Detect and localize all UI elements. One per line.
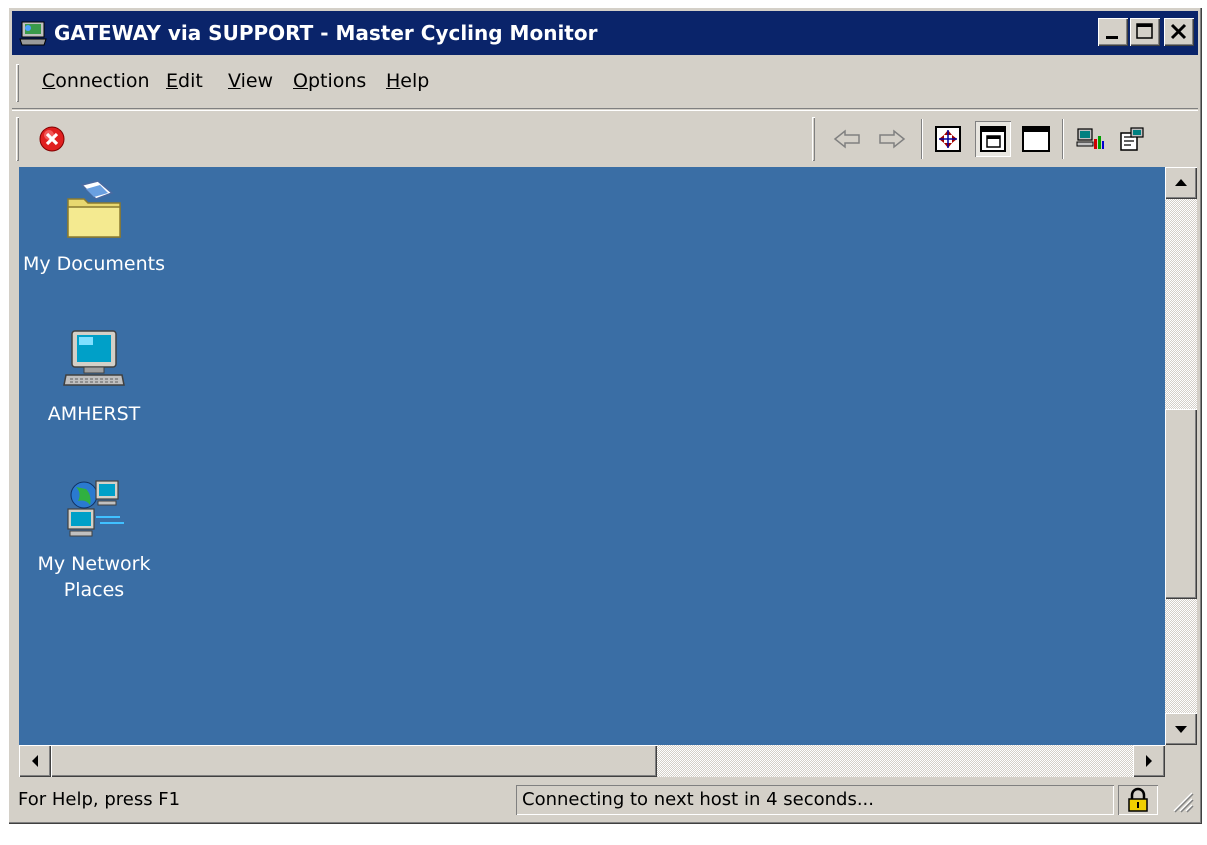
title-bar[interactable]: GATEWAY via SUPPORT - Master Cycling Mon… — [12, 11, 1198, 55]
scroll-up-button[interactable] — [1165, 167, 1197, 199]
computer-icon — [63, 330, 125, 386]
desktop-icon-my-documents[interactable]: My Documents — [19, 179, 169, 277]
maximize-button[interactable] — [1130, 18, 1160, 46]
menu-accelerator: H — [386, 70, 401, 92]
minimize-icon — [1106, 36, 1118, 39]
fit-to-window-button[interactable] — [930, 121, 966, 157]
disconnect-button[interactable] — [34, 121, 70, 157]
menu-label: ptions — [307, 70, 367, 92]
disconnect-icon — [39, 126, 65, 152]
main-window: GATEWAY via SUPPORT - Master Cycling Mon… — [8, 7, 1202, 824]
desktop-icon-my-network-places[interactable]: My Network Places — [19, 477, 169, 603]
fit-to-window-icon — [935, 126, 961, 152]
window-title: GATEWAY via SUPPORT - Master Cycling Mon… — [54, 21, 598, 45]
folder-documents-icon — [67, 180, 121, 238]
minimize-button[interactable] — [1098, 18, 1128, 46]
menu-edit[interactable]: Edit — [166, 70, 203, 92]
menu-view[interactable]: View — [228, 70, 273, 92]
toolbar-grip-right[interactable] — [812, 117, 815, 161]
back-button[interactable] — [829, 121, 865, 157]
settings-button[interactable] — [1114, 121, 1150, 157]
horizontal-scrollbar[interactable] — [19, 745, 1165, 777]
arrow-down-icon — [1175, 726, 1187, 733]
resize-grip-icon[interactable] — [1170, 789, 1194, 813]
arrow-up-icon — [1175, 179, 1187, 186]
toolbar — [12, 110, 1198, 167]
lock-icon — [1128, 787, 1148, 812]
back-arrow-icon — [833, 129, 860, 149]
menu-label: elp — [400, 70, 430, 92]
full-screen-button[interactable] — [1018, 121, 1054, 157]
windowed-view-icon — [980, 126, 1006, 152]
status-lock-pane — [1118, 785, 1158, 815]
menu-accelerator: C — [42, 70, 56, 92]
horizontal-scroll-thumb[interactable] — [51, 745, 657, 777]
menu-label: dit — [178, 70, 203, 92]
toolbar-separator — [921, 119, 923, 159]
menu-accelerator: V — [228, 70, 241, 92]
scroll-down-button[interactable] — [1165, 713, 1197, 745]
forward-button[interactable] — [874, 121, 910, 157]
connection-properties-icon — [1076, 128, 1104, 149]
menu-options[interactable]: Options — [293, 70, 366, 92]
menu-help[interactable]: Help — [386, 70, 429, 92]
forward-arrow-icon — [879, 129, 906, 149]
arrow-right-icon — [1146, 755, 1152, 767]
scrollbar-corner — [1165, 745, 1197, 777]
menu-connection[interactable]: Connection — [42, 70, 150, 92]
status-help-text: For Help, press F1 — [18, 789, 181, 810]
settings-icon — [1120, 127, 1144, 151]
status-message: Connecting to next host in 4 seconds... — [516, 785, 1114, 815]
vertical-scroll-thumb[interactable] — [1165, 409, 1197, 599]
scroll-right-button[interactable] — [1133, 745, 1165, 777]
menu-grip[interactable] — [16, 64, 19, 102]
remote-desktop-icon — [19, 21, 47, 46]
windowed-view-button[interactable] — [975, 121, 1011, 157]
menu-accelerator: E — [166, 70, 179, 92]
desktop-icon-label: AMHERST — [47, 403, 141, 425]
maximize-icon — [1136, 23, 1153, 39]
arrow-left-icon — [32, 755, 38, 767]
status-bar: For Help, press F1 Connecting to next ho… — [12, 781, 1198, 819]
scroll-left-button[interactable] — [19, 745, 51, 777]
toolbar-grip-left[interactable] — [16, 117, 19, 161]
full-screen-icon — [1022, 126, 1050, 152]
menu-bar: Connection Edit View Options Help — [12, 58, 1198, 109]
close-button[interactable] — [1164, 18, 1194, 46]
desktop-icon-label: My Network Places — [37, 553, 151, 601]
menu-accelerator: O — [293, 70, 308, 92]
menu-label: onnection — [55, 70, 150, 92]
menu-label: iew — [240, 70, 274, 92]
connection-properties-button[interactable] — [1072, 121, 1108, 157]
network-places-icon — [67, 480, 124, 537]
toolbar-separator-2 — [1062, 119, 1064, 159]
close-icon — [1170, 23, 1187, 40]
desktop-icon-label: My Documents — [22, 253, 165, 275]
desktop-icon-amherst[interactable]: AMHERST — [19, 327, 169, 427]
remote-desktop-view[interactable]: My Documents AMHERST My Network Places — [19, 167, 1165, 745]
vertical-scrollbar[interactable] — [1165, 167, 1197, 745]
